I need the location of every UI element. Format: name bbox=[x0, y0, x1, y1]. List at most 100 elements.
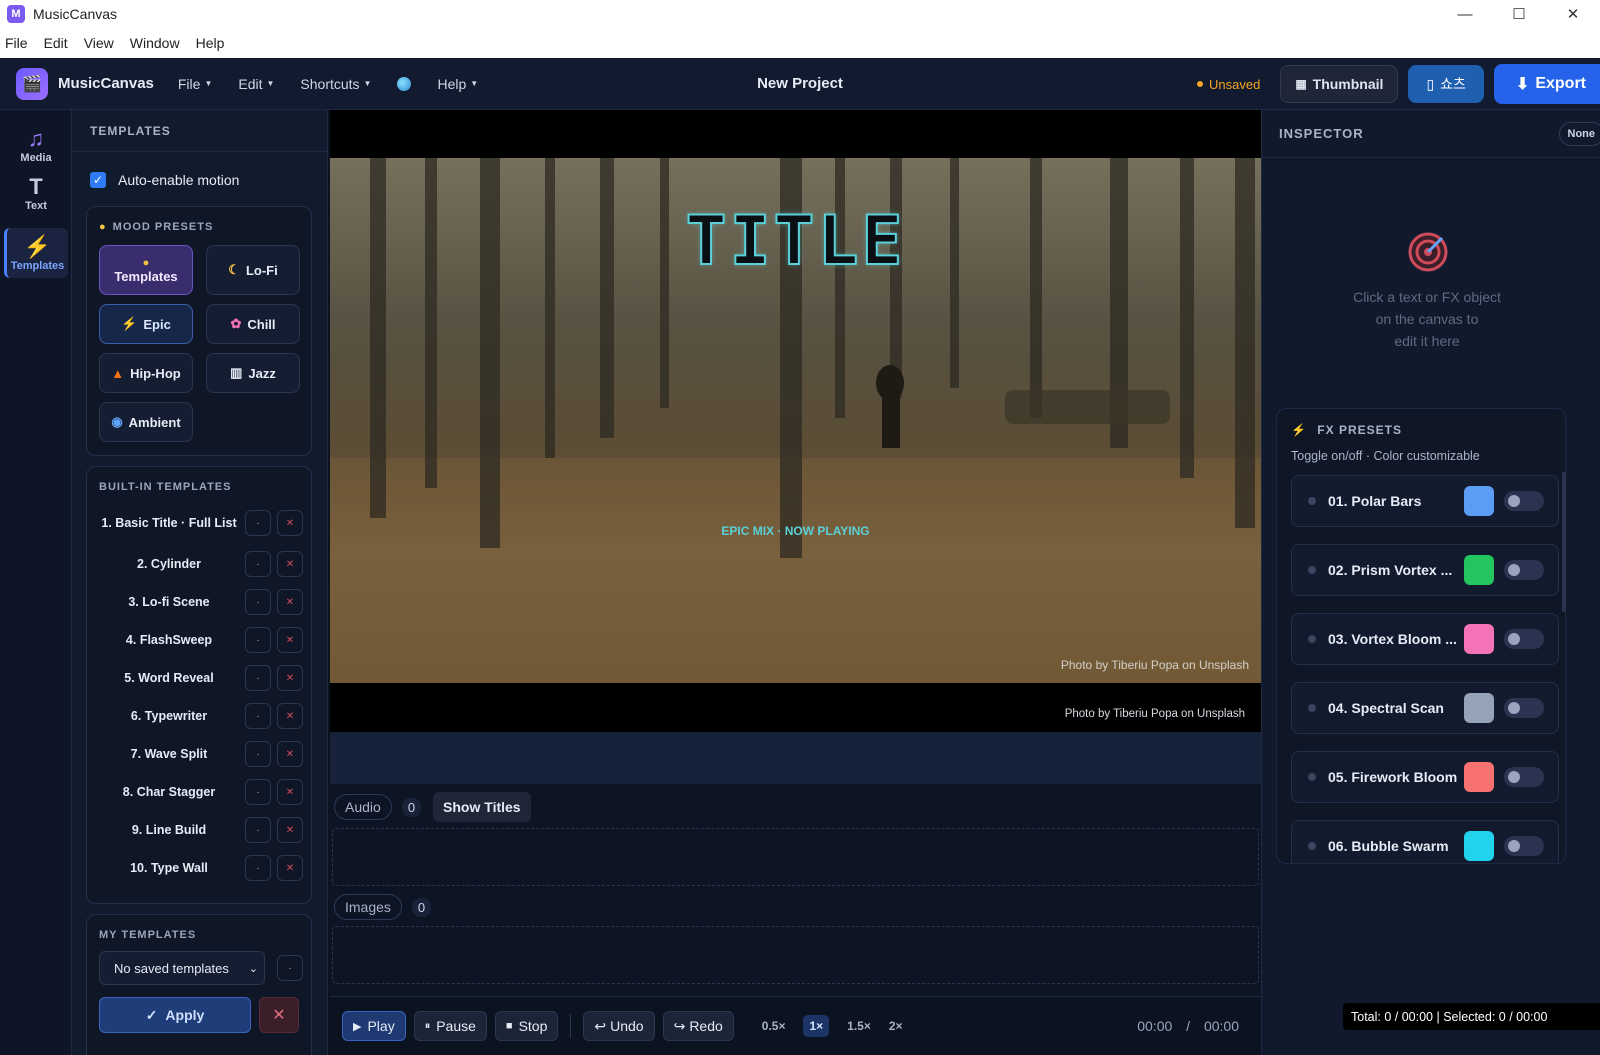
template-row[interactable]: 5. Word Reveal · ✕ bbox=[87, 659, 311, 697]
drag-handle-icon[interactable] bbox=[1308, 566, 1316, 574]
template-row[interactable]: 9. Line Build · ✕ bbox=[87, 811, 311, 849]
delete-button[interactable]: ✕ bbox=[277, 817, 303, 843]
stop-button[interactable]: ■ Stop bbox=[494, 1011, 559, 1041]
globe-icon[interactable] bbox=[397, 76, 412, 91]
timeline-ruler[interactable] bbox=[330, 732, 1261, 784]
delete-button[interactable]: ✕ bbox=[277, 551, 303, 577]
minimize-button[interactable]: — bbox=[1438, 0, 1492, 28]
mood-jazz[interactable]: ▥ Jazz bbox=[206, 353, 300, 393]
template-row[interactable]: 7. Wave Split · ✕ bbox=[87, 735, 311, 773]
preview-button[interactable]: · bbox=[245, 589, 271, 615]
now-playing-text[interactable]: EPIC MIX · NOW PLAYING bbox=[330, 524, 1261, 538]
speed-0-5x[interactable]: 0.5× bbox=[762, 1019, 786, 1033]
os-menu-edit[interactable]: Edit bbox=[36, 35, 76, 51]
color-swatch[interactable] bbox=[1464, 831, 1494, 861]
template-row[interactable]: 2. Cylinder · ✕ bbox=[87, 545, 311, 583]
mood-chill[interactable]: ✿ Chill bbox=[206, 304, 300, 344]
fx-toggle[interactable] bbox=[1504, 491, 1544, 511]
delete-button[interactable]: ✕ bbox=[277, 589, 303, 615]
canvas-stage[interactable]: TITLE EPIC MIX · NOW PLAYING Photo by Ti… bbox=[330, 110, 1261, 732]
play-button[interactable]: ▶ Play bbox=[342, 1011, 406, 1041]
preview-button[interactable]: · bbox=[245, 817, 271, 843]
drag-handle-icon[interactable] bbox=[1308, 497, 1316, 505]
auto-motion-row[interactable]: ✓ Auto-enable motion bbox=[72, 152, 327, 188]
mood-ambient[interactable]: ◉ Ambient bbox=[99, 402, 193, 442]
fx-preset-item[interactable]: 05. Firework Bloom bbox=[1291, 751, 1559, 803]
maximize-button[interactable]: ☐ bbox=[1492, 0, 1546, 28]
fx-preset-item[interactable]: 06. Bubble Swarm bbox=[1291, 820, 1559, 863]
preview-button[interactable]: · bbox=[245, 510, 271, 536]
drag-handle-icon[interactable] bbox=[1308, 773, 1316, 781]
preview-button[interactable]: · bbox=[245, 665, 271, 691]
color-swatch[interactable] bbox=[1464, 486, 1494, 516]
fx-preset-item[interactable]: 01. Polar Bars bbox=[1291, 475, 1559, 527]
rail-item-text[interactable]: T Text bbox=[0, 174, 72, 212]
delete-button[interactable]: ✕ bbox=[277, 855, 303, 881]
redo-button[interactable]: ↪ Redo bbox=[662, 1011, 734, 1041]
images-track-lane[interactable] bbox=[332, 926, 1259, 984]
fx-toggle[interactable] bbox=[1504, 560, 1544, 580]
drag-handle-icon[interactable] bbox=[1308, 842, 1316, 850]
delete-button[interactable]: ✕ bbox=[277, 779, 303, 805]
delete-button[interactable]: ✕ bbox=[277, 510, 303, 536]
os-menu-help[interactable]: Help bbox=[188, 35, 233, 51]
preview-button[interactable]: · bbox=[245, 741, 271, 767]
color-swatch[interactable] bbox=[1464, 693, 1494, 723]
my-templates-select[interactable]: No saved templates ⌄ bbox=[99, 951, 265, 985]
color-swatch[interactable] bbox=[1464, 555, 1494, 585]
preview-button[interactable]: · bbox=[245, 627, 271, 653]
mood-hiphop[interactable]: ▲ Hip-Hop bbox=[99, 353, 193, 393]
audio-track-lane[interactable] bbox=[332, 828, 1259, 886]
mood-epic[interactable]: ⚡ Epic bbox=[99, 304, 193, 344]
delete-button[interactable]: ✕ bbox=[277, 703, 303, 729]
thumbnail-button[interactable]: ▦ Thumbnail bbox=[1280, 65, 1399, 103]
os-menu-window[interactable]: Window bbox=[122, 35, 188, 51]
fx-toggle[interactable] bbox=[1504, 698, 1544, 718]
drag-handle-icon[interactable] bbox=[1308, 635, 1316, 643]
drag-handle-icon[interactable] bbox=[1308, 704, 1316, 712]
fx-preset-item[interactable]: 04. Spectral Scan bbox=[1291, 682, 1559, 734]
os-menu-file[interactable]: File bbox=[0, 35, 36, 51]
undo-button[interactable]: ↩ Undo bbox=[583, 1011, 655, 1041]
save-template-button[interactable]: · bbox=[277, 955, 303, 981]
rail-item-media[interactable]: ♫ Media bbox=[0, 126, 72, 164]
close-window-button[interactable]: ✕ bbox=[1546, 0, 1600, 28]
template-row[interactable]: 10. Type Wall · ✕ bbox=[87, 849, 311, 887]
auto-motion-checkbox[interactable]: ✓ bbox=[90, 172, 106, 188]
menu-file[interactable]: File ▼ bbox=[178, 76, 212, 92]
delete-button[interactable]: ✕ bbox=[277, 741, 303, 767]
mood-lofi[interactable]: ☾ Lo-Fi bbox=[206, 245, 300, 295]
template-row[interactable]: 1. Basic Title · Full List · ✕ bbox=[87, 501, 311, 545]
os-menu-view[interactable]: View bbox=[76, 35, 122, 51]
export-button[interactable]: ⬇ Export bbox=[1493, 64, 1600, 104]
menu-help[interactable]: Help ▼ bbox=[437, 76, 478, 92]
template-row[interactable]: 3. Lo-fi Scene · ✕ bbox=[87, 583, 311, 621]
canvas-title-text[interactable]: TITLE bbox=[330, 201, 1261, 282]
fx-toggle[interactable] bbox=[1504, 767, 1544, 787]
fx-toggle[interactable] bbox=[1504, 629, 1544, 649]
preview-button[interactable]: · bbox=[245, 779, 271, 805]
apply-button[interactable]: ✓ Apply bbox=[99, 997, 251, 1033]
fx-toggle[interactable] bbox=[1504, 836, 1544, 856]
fx-preset-item[interactable]: 02. Prism Vortex ... bbox=[1291, 544, 1559, 596]
template-row[interactable]: 6. Typewriter · ✕ bbox=[87, 697, 311, 735]
color-swatch[interactable] bbox=[1464, 624, 1494, 654]
cancel-button[interactable]: ✕ bbox=[259, 997, 299, 1033]
menu-shortcuts[interactable]: Shortcuts ▼ bbox=[300, 76, 371, 92]
preview-button[interactable]: · bbox=[245, 703, 271, 729]
menu-edit[interactable]: Edit ▼ bbox=[238, 76, 274, 92]
color-swatch[interactable] bbox=[1464, 762, 1494, 792]
preview-button[interactable]: · bbox=[245, 855, 271, 881]
fx-scrollbar[interactable] bbox=[1562, 472, 1566, 612]
mood-templates[interactable]: ● Templates bbox=[99, 245, 193, 295]
delete-button[interactable]: ✕ bbox=[277, 665, 303, 691]
pause-button[interactable]: ⏸ Pause bbox=[413, 1011, 487, 1041]
delete-button[interactable]: ✕ bbox=[277, 627, 303, 653]
speed-1-5x[interactable]: 1.5× bbox=[847, 1019, 871, 1033]
rail-item-templates[interactable]: ⚡ Templates bbox=[4, 228, 68, 278]
fx-preset-item[interactable]: 03. Vortex Bloom ... bbox=[1291, 613, 1559, 665]
speed-1x[interactable]: 1× bbox=[803, 1015, 830, 1037]
show-titles-button[interactable]: Show Titles bbox=[433, 792, 531, 822]
speed-2x[interactable]: 2× bbox=[889, 1019, 903, 1033]
template-row[interactable]: 8. Char Stagger · ✕ bbox=[87, 773, 311, 811]
